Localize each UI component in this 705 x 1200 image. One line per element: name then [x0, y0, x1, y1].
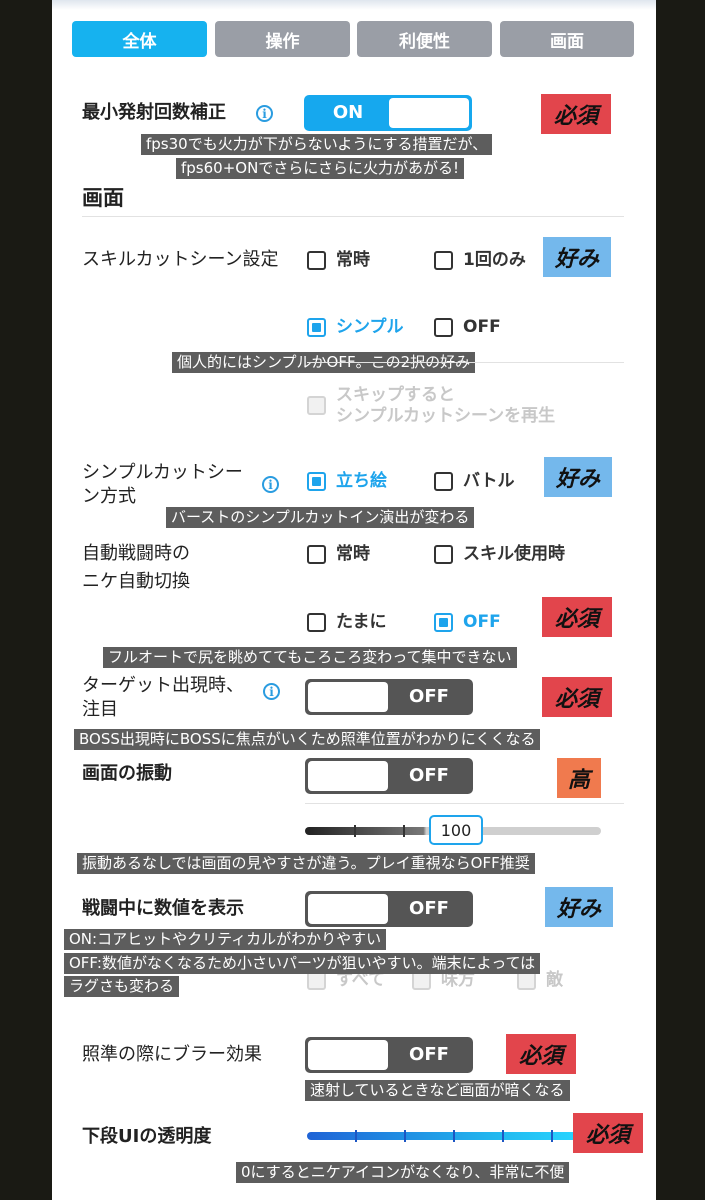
skill-cut-once-text: 1回のみ	[463, 250, 526, 270]
annotation-note: BOSS出現時にBOSSに焦点がいくため照準位置がわかりにくくなる	[74, 729, 541, 750]
toggle-knob	[308, 894, 388, 924]
blur-label: 照準の際にブラー効果	[82, 1044, 262, 1065]
required-tag: 必須	[542, 677, 612, 717]
high-tag: 高	[557, 758, 601, 798]
min-fire-label: 最小発射回数補正	[82, 102, 226, 123]
auto-switch-always-text: 常時	[336, 544, 370, 564]
slider-tick	[404, 1130, 406, 1142]
panel-top-shade	[52, 0, 656, 10]
annotation-note: 振動あるなしでは画面の見やすさが違う。プレイ重視ならOFF推奨	[77, 853, 535, 874]
toggle-knob	[308, 761, 388, 791]
toggle-state: OFF	[409, 898, 449, 919]
blur-toggle[interactable]: OFF	[305, 1037, 473, 1073]
auto-switch-label-line2: ニケ自動切換	[82, 571, 190, 592]
divider	[82, 216, 624, 217]
annotation-note: フルオートで尻を眺めててもころころ変わって集中できない	[103, 647, 517, 668]
annotation-note: OFF:数値がなくなるため小さいパーツが狙いやすい。端末によっては	[64, 953, 541, 974]
annotation-note: バーストのシンプルカットイン演出が変わる	[166, 507, 475, 528]
show-numbers-toggle[interactable]: OFF	[305, 891, 473, 927]
ui-opacity-slider-track[interactable]	[307, 1132, 577, 1140]
auto-switch-skill-text: スキル使用時	[463, 544, 565, 564]
required-tag: 必須	[506, 1034, 576, 1074]
annotation-note: 0にするとニケアイコンがなくなり、非常に不便	[236, 1162, 570, 1183]
slider-tick	[355, 1130, 357, 1142]
simple-cut-label-line2: ン方式	[82, 486, 136, 507]
info-icon[interactable]: i	[262, 476, 279, 493]
tab-all[interactable]: 全体	[72, 21, 207, 57]
annotation-note: 速射しているときなど画面が暗くなる	[305, 1080, 570, 1101]
toggle-state: OFF	[409, 686, 449, 707]
screen-shake-label: 画面の振動	[82, 763, 172, 784]
toggle-state: ON	[332, 102, 364, 123]
skill-cut-off-checkbox[interactable]	[434, 318, 453, 337]
required-tag: 必須	[573, 1113, 643, 1153]
toggle-knob	[389, 98, 469, 128]
simple-cut-battle-checkbox[interactable]	[434, 472, 453, 491]
skip-simple-checkbox[interactable]	[307, 396, 326, 415]
slider-tick	[403, 825, 405, 837]
skill-cut-off-text: OFF	[463, 317, 501, 337]
min-fire-toggle[interactable]: ON	[304, 95, 472, 131]
divider	[305, 803, 624, 804]
preference-tag: 好み	[545, 887, 613, 927]
tab-screen[interactable]: 画面	[500, 21, 634, 57]
auto-switch-off-checkbox[interactable]	[434, 613, 453, 632]
slider-tick	[354, 825, 356, 837]
auto-switch-label-line1: 自動戦闘時の	[82, 543, 190, 564]
simple-cut-battle-text: バトル	[463, 471, 515, 491]
slider-tick	[453, 1130, 455, 1142]
skip-simple-text-line1: スキップすると	[336, 385, 455, 405]
screen-shake-slider-value[interactable]: 100	[429, 815, 483, 845]
show-numbers-label: 戦闘中に数値を表示	[82, 898, 244, 919]
info-icon[interactable]: i	[256, 105, 273, 122]
simple-cut-label-line1: シンプルカットシー	[82, 462, 243, 483]
preference-tag: 好み	[544, 457, 612, 497]
target-focus-toggle[interactable]: OFF	[305, 679, 473, 715]
required-tag: 必須	[542, 597, 612, 637]
divider	[307, 362, 624, 363]
toggle-state: OFF	[409, 765, 449, 786]
target-focus-label-line1: ターゲット出現時、	[82, 675, 244, 696]
screen-shake-toggle[interactable]: OFF	[305, 758, 473, 794]
simple-cut-portrait-text: 立ち絵	[336, 471, 387, 491]
preference-tag: 好み	[543, 237, 611, 277]
toggle-knob	[308, 1040, 388, 1070]
toggle-state: OFF	[409, 1044, 449, 1065]
annotation-note: ラグさも変わる	[64, 976, 180, 997]
tab-convenience[interactable]: 利便性	[357, 21, 492, 57]
ui-opacity-label: 下段UIの透明度	[82, 1126, 212, 1147]
slider-tick	[502, 1130, 504, 1142]
show-numbers-enemy-text: 敵	[546, 970, 563, 990]
skill-cut-always-checkbox[interactable]	[307, 251, 326, 270]
skip-simple-text-line2: シンプルカットシーンを再生	[336, 406, 556, 426]
auto-switch-skill-checkbox[interactable]	[434, 545, 453, 564]
skill-cut-once-checkbox[interactable]	[434, 251, 453, 270]
auto-switch-always-checkbox[interactable]	[307, 545, 326, 564]
annotation-note: ON:コアヒットやクリティカルがわかりやすい	[64, 929, 387, 950]
section-title-screen: 画面	[82, 186, 124, 210]
auto-switch-sometimes-checkbox[interactable]	[307, 613, 326, 632]
skill-cut-simple-checkbox[interactable]	[307, 318, 326, 337]
required-tag: 必須	[541, 94, 611, 134]
toggle-knob	[308, 682, 388, 712]
skill-cut-always-text: 常時	[336, 250, 370, 270]
skill-cut-label: スキルカットシーン設定	[82, 249, 279, 270]
skill-cut-simple-text: シンプル	[336, 317, 404, 337]
simple-cut-portrait-checkbox[interactable]	[307, 472, 326, 491]
annotation-note: fps60+ONでさらにさらに火力があがる!	[176, 158, 465, 179]
annotation-note: fps30でも火力が下がらないようにする措置だが、	[141, 134, 493, 155]
target-focus-label-line2: 注目	[82, 699, 118, 720]
auto-switch-off-text: OFF	[463, 612, 501, 632]
auto-switch-sometimes-text: たまに	[336, 612, 387, 632]
info-icon[interactable]: i	[263, 683, 280, 700]
tab-controls[interactable]: 操作	[215, 21, 350, 57]
slider-tick	[551, 1130, 553, 1142]
